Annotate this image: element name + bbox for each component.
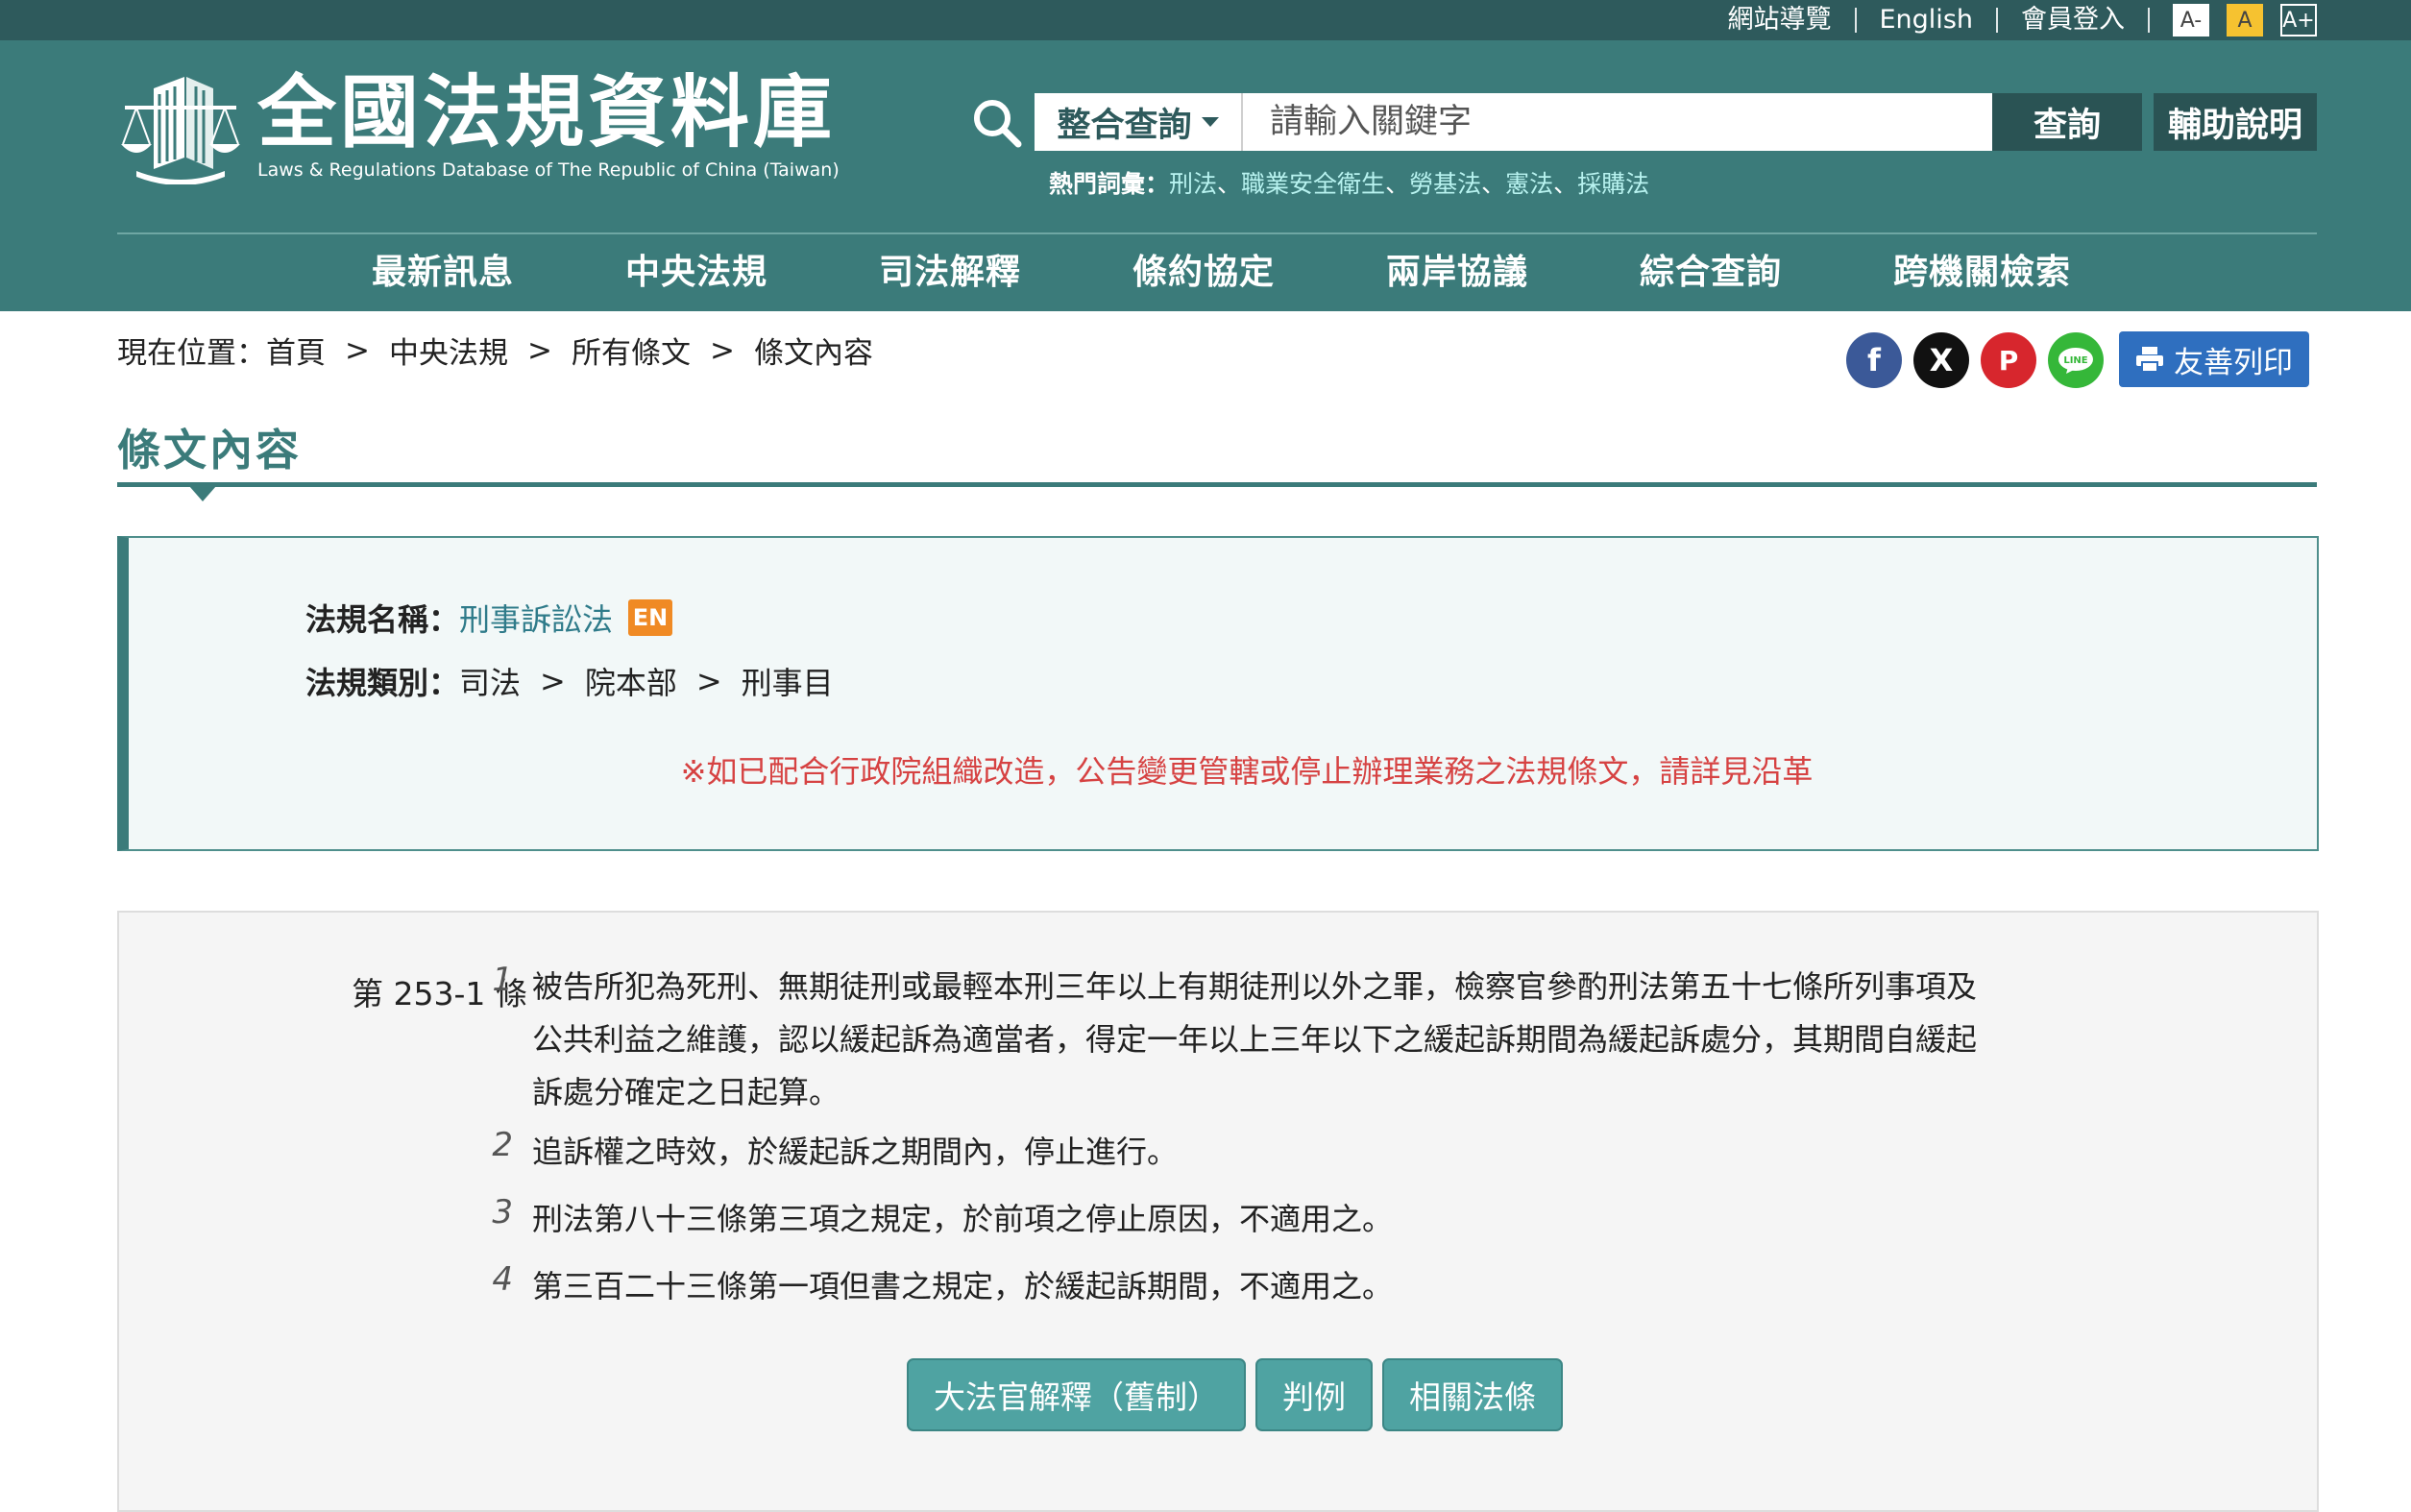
nav-item-judicial-interpretations[interactable]: 司法解釋 (879, 246, 1132, 300)
title-notch (189, 486, 216, 501)
breadcrumb-home[interactable]: 首頁 (266, 329, 326, 372)
precedent-button[interactable]: 判例 (1255, 1358, 1373, 1431)
share-buttons: f X P LINE (1846, 332, 2104, 388)
nav-item-comprehensive-search[interactable]: 綜合查詢 (1640, 246, 1893, 300)
line-bubble-icon: LINE (2058, 348, 2093, 374)
nav-item-latest-news[interactable]: 最新訊息 (372, 246, 625, 300)
search-icon[interactable] (970, 96, 1024, 150)
paragraph-number: 4 (492, 1260, 513, 1299)
search-scope-label: 整合查詢 (1057, 106, 1192, 145)
article-panel: 第 253-1 條 1 被告所犯為死刑、無期徒刑或最輕本刑三年以上有期徒刑以外之… (117, 911, 2319, 1512)
law-name-row: 法規名稱： 刑事訴訟法 EN (305, 596, 673, 640)
law-category-level-1: 司法 (459, 665, 522, 701)
breadcrumb-separator: > (526, 332, 552, 368)
title-underline (117, 482, 2317, 487)
category-separator: > (695, 663, 722, 699)
facebook-icon[interactable]: f (1846, 332, 1902, 388)
top-utility-bar: 網站導覽 English 會員登入 A- A A+ (0, 0, 2411, 40)
hot-keyword-link[interactable]: 採購法 (1577, 165, 1649, 200)
main-navigation: 最新訊息 中央法規 司法解釋 條約協定 兩岸協議 綜合查詢 跨機關檢索 (117, 246, 2317, 300)
constitutional-interpretation-button[interactable]: 大法官解釋（舊制） (907, 1358, 1246, 1431)
paragraph-text: 刑法第八十三條第三項之規定，於前項之停止原因，不適用之。 (532, 1201, 1394, 1237)
hot-keyword-link[interactable]: 憲法 (1505, 165, 1553, 200)
breadcrumb-separator: > (345, 332, 370, 368)
member-login-link[interactable]: 會員登入 (1998, 6, 2148, 35)
paragraph-text: 被告所犯為死刑、無期徒刑或最輕本刑三年以上有期徒刑以外之罪，檢察官參酌刑法第五十… (532, 968, 1978, 1110)
font-medium-button[interactable]: A (2227, 4, 2263, 37)
hot-keywords-label: 熱門詞彙： (1049, 170, 1170, 198)
printer-icon (2136, 347, 2163, 373)
x-icon[interactable]: X (1913, 332, 1969, 388)
breadcrumb: 現在位置： 首頁 > 中央法規 > 所有條文 > 條文內容 (117, 329, 873, 372)
breadcrumb-all-articles[interactable]: 所有條文 (572, 329, 691, 372)
nav-item-central-regulations[interactable]: 中央法規 (625, 246, 879, 300)
nav-item-cross-agency-search[interactable]: 跨機關檢索 (1893, 246, 2147, 300)
law-category-row: 法規類別： 司法 > 院本部 > 刑事目 (305, 659, 834, 703)
law-category-level-3: 刑事目 (741, 665, 834, 701)
organizational-change-notice: ※如已配合行政院組織改造，公告變更管轄或停止辦理業務之法規條文，請詳見沿革 (680, 753, 1814, 790)
law-name-label: 法規名稱： (305, 601, 460, 638)
site-logo[interactable]: 全國法規資料庫 Laws & Regulations Database of T… (117, 69, 840, 184)
hot-keyword-separator: 、 (1481, 170, 1506, 198)
english-link[interactable]: English (1857, 6, 1997, 35)
print-label: 友善列印 (2174, 345, 2293, 380)
divider (1996, 8, 1998, 33)
help-button[interactable]: 輔助說明 (2154, 93, 2317, 151)
page-title: 條文內容 (117, 425, 303, 476)
print-button[interactable]: 友善列印 (2119, 331, 2309, 387)
hot-keyword-separator: 、 (1385, 170, 1410, 198)
english-version-badge[interactable]: EN (628, 599, 673, 636)
paragraph-text: 追訴權之時效，於緩起訴之期間內，停止進行。 (532, 1134, 1179, 1170)
article-paragraph: 1 被告所犯為死刑、無期徒刑或最輕本刑三年以上有期徒刑以外之罪，檢察官參酌刑法第… (475, 961, 2002, 1119)
divider (2148, 8, 2150, 33)
search-input[interactable] (1243, 93, 1992, 151)
divider (1854, 8, 1857, 33)
site-header: 全國法規資料庫 Laws & Regulations Database of T… (0, 40, 2411, 311)
category-separator: > (540, 663, 566, 699)
logo-text: 全國法規資料庫 Laws & Regulations Database of T… (257, 67, 840, 182)
chevron-down-icon (1201, 117, 1219, 127)
breadcrumb-separator: > (709, 332, 735, 368)
font-size-controls: A- A A+ (2173, 4, 2317, 37)
breadcrumb-prefix: 現在位置： (117, 336, 266, 371)
law-name-link[interactable]: 刑事訴訟法 (459, 596, 613, 640)
article-related-actions: 大法官解釋（舊制） 判例 相關法條 (907, 1358, 1563, 1431)
query-button[interactable]: 查詢 (1992, 93, 2142, 151)
line-icon-text: LINE (2063, 355, 2087, 366)
site-subtitle: Laws & Regulations Database of The Repub… (257, 159, 840, 181)
breadcrumb-current: 條文內容 (753, 336, 873, 371)
utility-links: 網站導覽 English 會員登入 A- A A+ (1705, 0, 2317, 40)
plurk-icon[interactable]: P (1981, 332, 2036, 388)
breadcrumb-central-regulations[interactable]: 中央法規 (389, 329, 508, 372)
nav-item-cross-strait[interactable]: 兩岸協議 (1386, 246, 1640, 300)
hot-keyword-link[interactable]: 職業安全衛生 (1241, 165, 1385, 200)
font-large-button[interactable]: A+ (2280, 4, 2317, 37)
hot-keyword-link[interactable]: 刑法 (1169, 165, 1217, 200)
search-scope-select[interactable]: 整合查詢 (1035, 93, 1243, 151)
nav-divider (117, 232, 2317, 234)
article-paragraph: 2 追訴權之時效，於緩起訴之期間內，停止進行。 (475, 1126, 2002, 1179)
nav-item-treaties[interactable]: 條約協定 (1132, 246, 1386, 300)
paragraph-number: 2 (492, 1126, 513, 1164)
hot-keyword-separator: 、 (1217, 170, 1242, 198)
scales-book-logo-icon (121, 77, 240, 184)
site-title: 全國法規資料庫 (257, 67, 837, 159)
article-paragraph: 4 第三百二十三條第一項但書之規定，於緩起訴期間，不適用之。 (475, 1260, 2002, 1313)
hot-keyword-separator: 、 (1553, 170, 1578, 198)
article-paragraph: 3 刑法第八十三條第三項之規定，於前項之停止原因，不適用之。 (475, 1193, 2002, 1246)
paragraph-number: 1 (492, 961, 513, 999)
font-small-button[interactable]: A- (2173, 4, 2209, 37)
paragraph-text: 第三百二十三條第一項但書之規定，於緩起訴期間，不適用之。 (532, 1268, 1394, 1305)
paragraph-number: 3 (492, 1193, 513, 1232)
law-category-label: 法規類別： (305, 665, 460, 701)
hot-keywords: 熱門詞彙： 刑法 、 職業安全衛生 、 勞基法 、 憲法 、 採購法 (1049, 165, 1649, 200)
law-info-panel: 法規名稱： 刑事訴訟法 EN 法規類別： 司法 > 院本部 > 刑事目 ※如已配… (117, 536, 2319, 851)
related-articles-button[interactable]: 相關法條 (1382, 1358, 1563, 1431)
sitemap-link[interactable]: 網站導覽 (1705, 6, 1855, 35)
hot-keyword-link[interactable]: 勞基法 (1409, 165, 1481, 200)
line-icon[interactable]: LINE (2048, 332, 2104, 388)
law-category-level-2: 院本部 (584, 665, 677, 701)
